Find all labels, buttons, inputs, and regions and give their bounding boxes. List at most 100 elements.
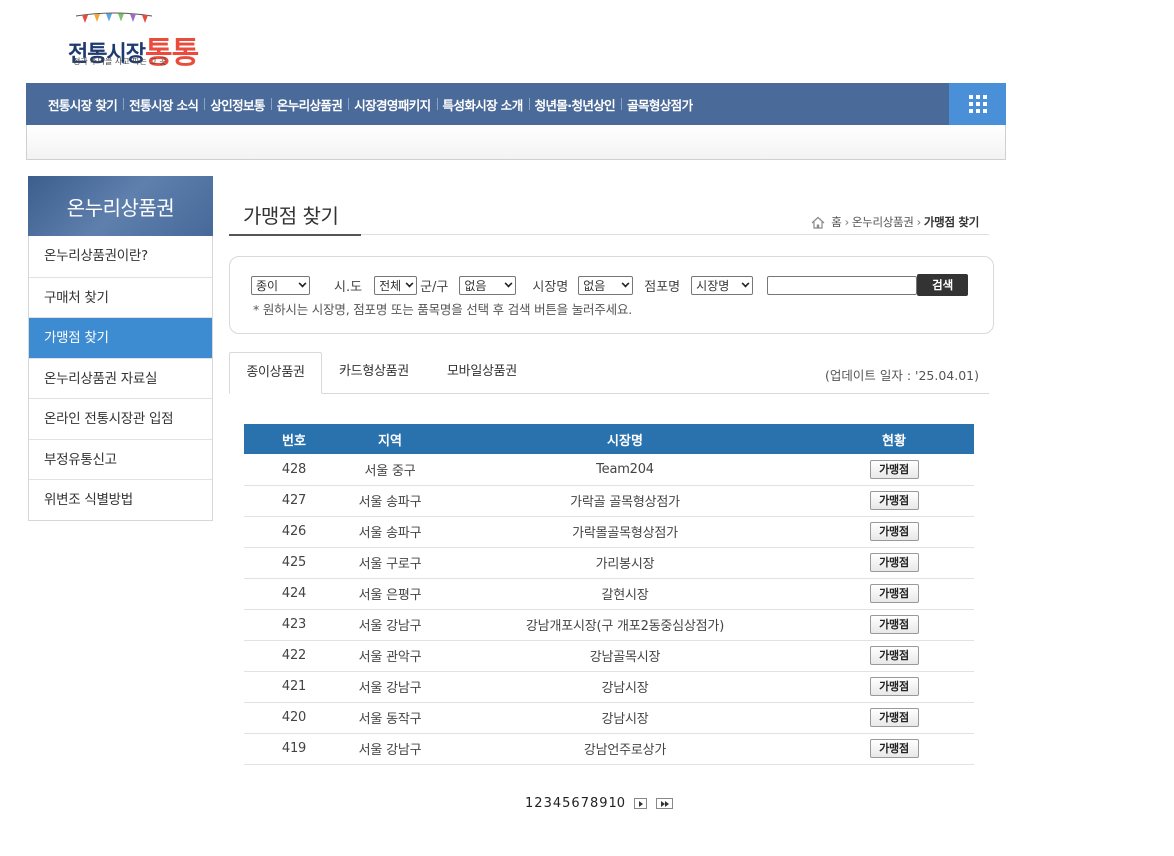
all-menu-button[interactable] [949,83,1006,125]
row-market-name: 가락몰골목형상점가 [436,516,814,548]
table-header-row: 번호 지역 시장명 현황 [244,424,974,454]
column-header-number: 번호 [244,424,344,454]
row-market-name: 가락골 골목형상점가 [436,485,814,517]
row-number: 419 [244,733,344,765]
gungu-label: 군/구 [420,279,449,295]
column-header-market: 시장명 [436,424,814,454]
row-number: 426 [244,516,344,548]
gnb-item-merchant-info[interactable]: 상인정보통 [204,95,271,114]
store-list-button[interactable]: 가맹점 [869,459,919,479]
search-button[interactable]: 검색 [917,274,969,296]
row-status: 가맹점 [814,671,974,703]
row-region: 서울 중구 [344,454,436,486]
row-number: 424 [244,578,344,610]
row-region: 서울 관악구 [344,640,436,672]
chevron-down-icon [298,279,307,287]
chevron-down-icon [405,279,414,287]
store-list-button[interactable]: 가맹점 [869,522,919,541]
store-list-button[interactable]: 가맹점 [869,615,919,634]
side-nav-item-online-mall[interactable]: 온라인 전통시장관 입점 [29,398,212,439]
side-nav-item-purchase-place[interactable]: 구매처 찾기 [29,276,212,318]
store-list-button[interactable]: 가맹점 [869,584,919,603]
store-table: 번호 지역 시장명 현황 428 서울 중구 Team204 가맹점 427 서울 송파구… [244,424,974,765]
row-region: 서울 구로구 [344,547,436,579]
row-status: 가맹점 [814,733,974,765]
breadcrumb: 홈 › 온누리상품권 › 가맹점 찾기 [811,214,979,230]
store-list-button[interactable]: 가맹점 [869,491,919,510]
side-nav-item-archive[interactable]: 온누리상품권 자료실 [29,357,212,399]
page-number-link[interactable]: 4 [553,796,561,811]
side-nav-item-fraud-report[interactable]: 부정유통신고 [29,438,212,480]
voucher-type-select[interactable]: 종이 [251,275,310,295]
tab-card-voucher[interactable]: 카드형상품권 [339,352,409,394]
store-list-button[interactable]: 가맹점 [869,708,919,727]
row-status: 가맹점 [814,485,974,517]
page-number-link[interactable]: 6 [571,796,579,811]
gnb-item-alley-shopping[interactable]: 골목형상점가 [621,95,698,114]
next-page-button[interactable] [634,798,648,809]
chevron-down-icon [621,279,630,287]
row-market-name: 강남시장 [436,671,814,703]
page-number-link[interactable]: 1 [525,796,533,811]
bunting-flags-icon [75,12,153,23]
row-number: 423 [244,609,344,641]
store-list-button[interactable]: 가맹점 [869,553,919,572]
breadcrumb-section[interactable]: 온누리상품권 [852,214,914,230]
last-page-button[interactable] [656,798,674,809]
page-number-link[interactable]: 8 [590,796,598,811]
tab-paper-voucher[interactable]: 종이상품권 [229,352,322,394]
table-row: 420 서울 동작구 강남시장 가맹점 [244,702,974,734]
side-nav-item-counterfeit-guide[interactable]: 위변조 식별방법 [29,479,212,520]
page-number-link[interactable]: 9 [599,796,607,811]
store-list-button[interactable]: 가맹점 [869,677,919,696]
gnb-item-specialized-market[interactable]: 특성화시장 소개 [436,95,529,114]
home-icon[interactable] [811,216,825,229]
search-field-select[interactable]: 시장명 [691,275,754,295]
sido-select[interactable]: 전체 [374,275,418,295]
row-status: 가맹점 [814,578,974,610]
store-list-button[interactable]: 가맹점 [869,646,919,665]
page-number-link[interactable]: 2 [534,796,542,811]
gnb-item-market-news[interactable]: 전통시장 소식 [123,95,204,114]
gungu-select[interactable]: 없음 [459,275,517,295]
side-nav-title: 온누리상품권 [28,176,213,236]
table-row: 422 서울 관악구 강남골목시장 가맹점 [244,640,974,672]
row-region: 서울 강남구 [344,671,436,703]
gnb-item-management-package[interactable]: 시장경영패키지 [348,95,436,114]
column-header-region: 지역 [344,424,436,454]
keyword-input[interactable] [767,275,918,295]
row-number: 427 [244,485,344,517]
store-list-button[interactable]: 가맹점 [869,739,919,758]
page-number-link[interactable]: 7 [581,796,589,811]
chevron-right-icon: › [916,215,922,229]
grid-menu-icon [968,95,987,113]
side-nav-item-about[interactable]: 온누리상품권이란? [29,236,212,277]
title-divider [361,234,989,235]
page-number-link[interactable]: 10 [609,796,626,811]
chevron-down-icon [504,279,513,287]
row-number: 420 [244,702,344,734]
table-row: 428 서울 중구 Team204 가맹점 [244,454,974,486]
table-row: 421 서울 강남구 강남시장 가맹점 [244,671,974,703]
tab-mobile-voucher[interactable]: 모바일상품권 [447,352,517,394]
sub-menu-bar [26,125,1006,160]
breadcrumb-home[interactable]: 홈 [831,214,842,230]
gnb-item-market-search[interactable]: 전통시장 찾기 [42,95,123,114]
table-row: 423 서울 강남구 강남개포시장(구 개포2동중심상점가) 가맹점 [244,609,974,641]
breadcrumb-current: 가맹점 찾기 [923,215,979,229]
table-row: 419 서울 강남구 강남언주로상가 가맹점 [244,733,974,765]
row-status: 가맹점 [814,609,974,641]
page-number-link[interactable]: 5 [562,796,570,811]
row-market-name: 가리봉시장 [436,547,814,579]
row-market-name: 강남언주로상가 [436,733,814,765]
site-logo[interactable]: 전통시장통통 정과 추억을 사고 파는 그 곳 [68,10,199,71]
row-status: 가맹점 [814,516,974,548]
gnb-item-youth-mall[interactable]: 청년몰·청년상인 [528,95,621,114]
market-select[interactable]: 없음 [578,275,634,295]
page-title: 가맹점 찾기 [229,200,361,236]
gnb-item-onnuri-voucher[interactable]: 온누리상품권 [270,95,348,114]
page-number-link[interactable]: 3 [544,796,552,811]
row-number: 428 [244,454,344,486]
side-nav-item-store-search[interactable]: 가맹점 찾기 [29,317,212,358]
chevron-down-icon [741,279,750,287]
